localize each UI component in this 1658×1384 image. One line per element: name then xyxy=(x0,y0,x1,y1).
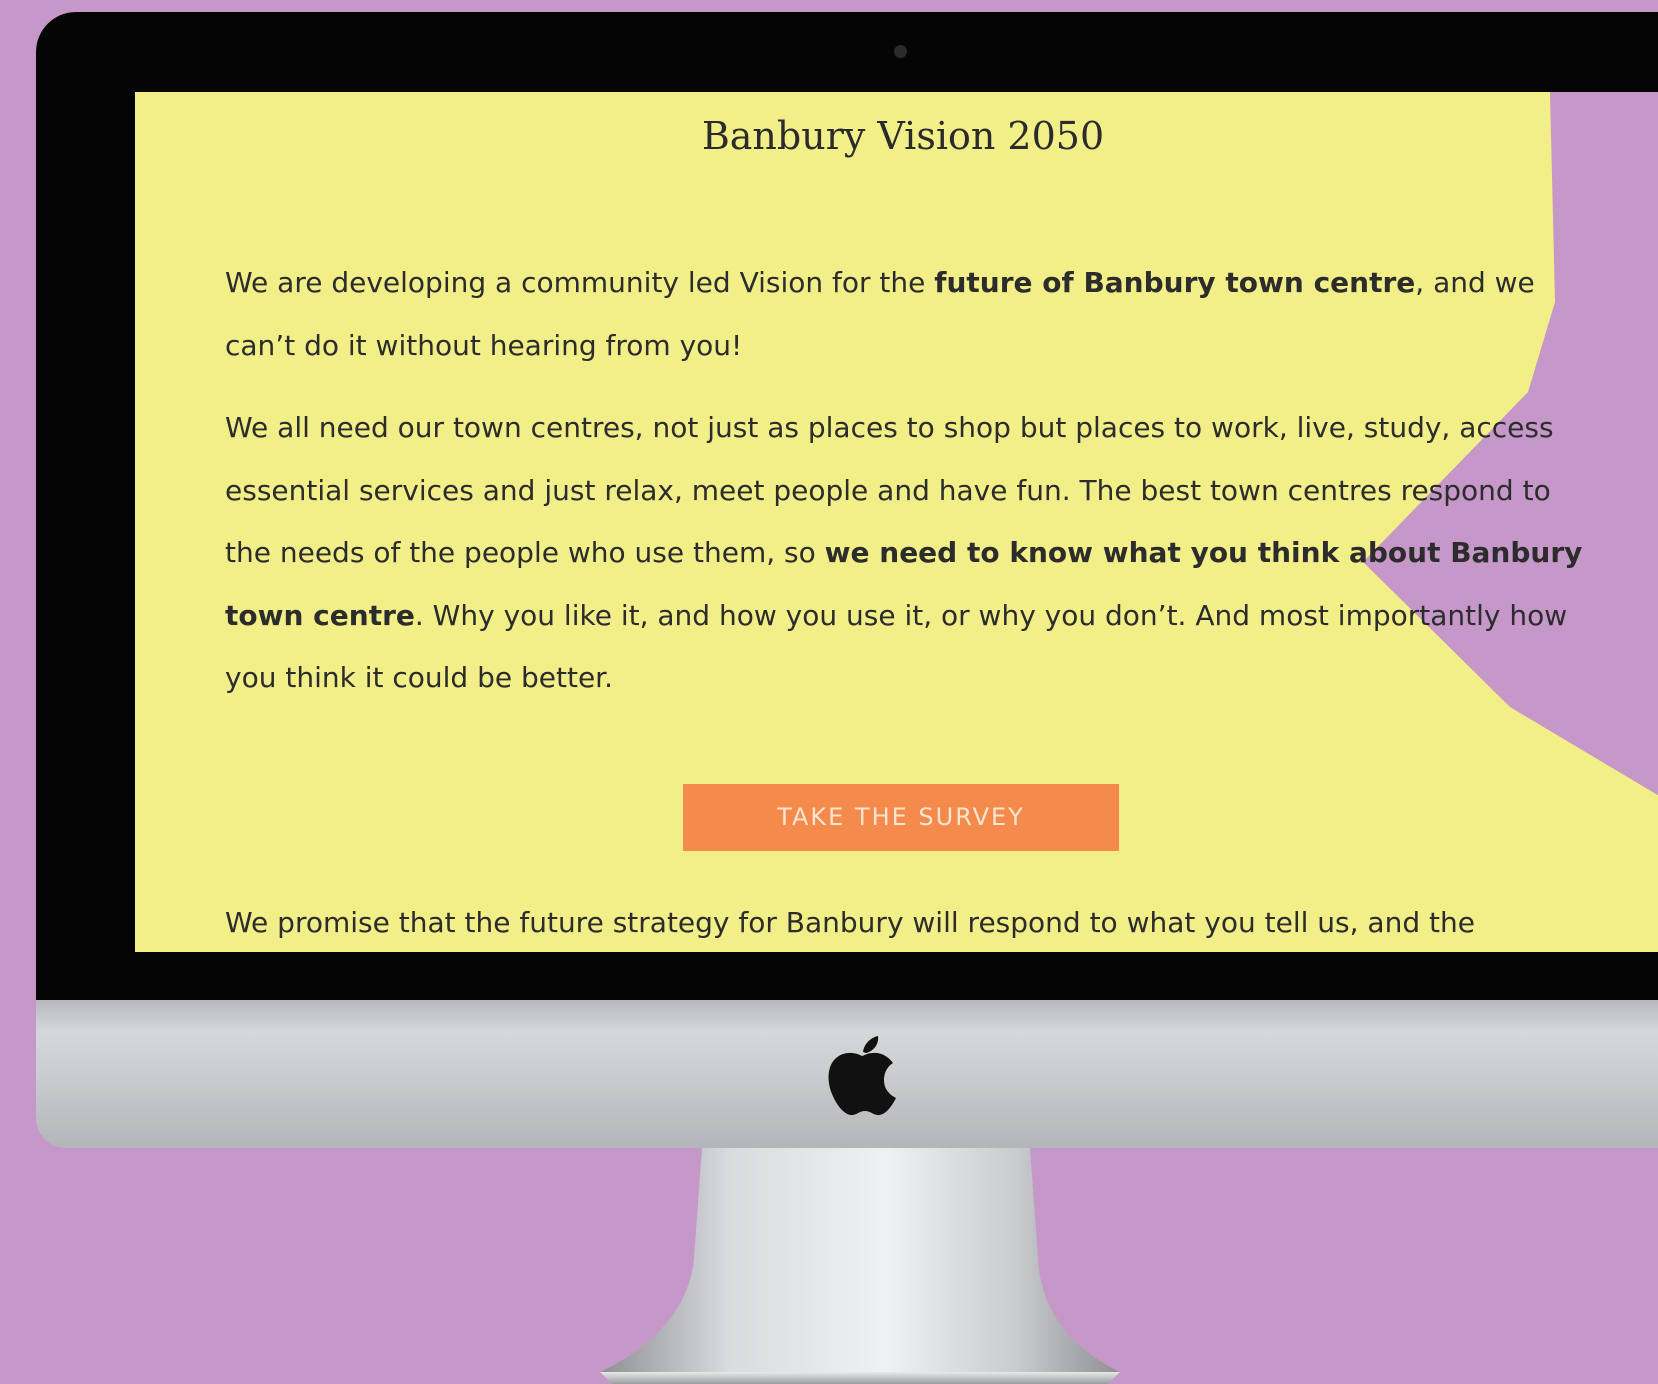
intro-copy: We are developing a community led Vision… xyxy=(225,252,1595,710)
take-survey-button[interactable]: TAKE THE SURVEY xyxy=(683,784,1119,851)
screen: Banbury Vision 2050 We are developing a … xyxy=(135,92,1658,952)
needs-paragraph: We all need our town centres, not just a… xyxy=(225,397,1595,710)
camera-dot xyxy=(894,45,907,58)
page-title: Banbury Vision 2050 xyxy=(701,114,1105,158)
needs-text-end: . Why you like it, and how you use it, o… xyxy=(225,598,1568,695)
intro-paragraph: We are developing a community led Vision… xyxy=(225,252,1595,377)
promise-paragraph: We promise that the future strategy for … xyxy=(225,906,1475,939)
intro-text-start: We are developing a community led Vision… xyxy=(225,266,935,299)
monitor-bezel: Banbury Vision 2050 We are developing a … xyxy=(36,12,1658,1000)
apple-logo-icon xyxy=(828,1036,896,1116)
monitor-stand xyxy=(600,1148,1120,1384)
intro-bold-text: future of Banbury town centre xyxy=(934,266,1416,299)
